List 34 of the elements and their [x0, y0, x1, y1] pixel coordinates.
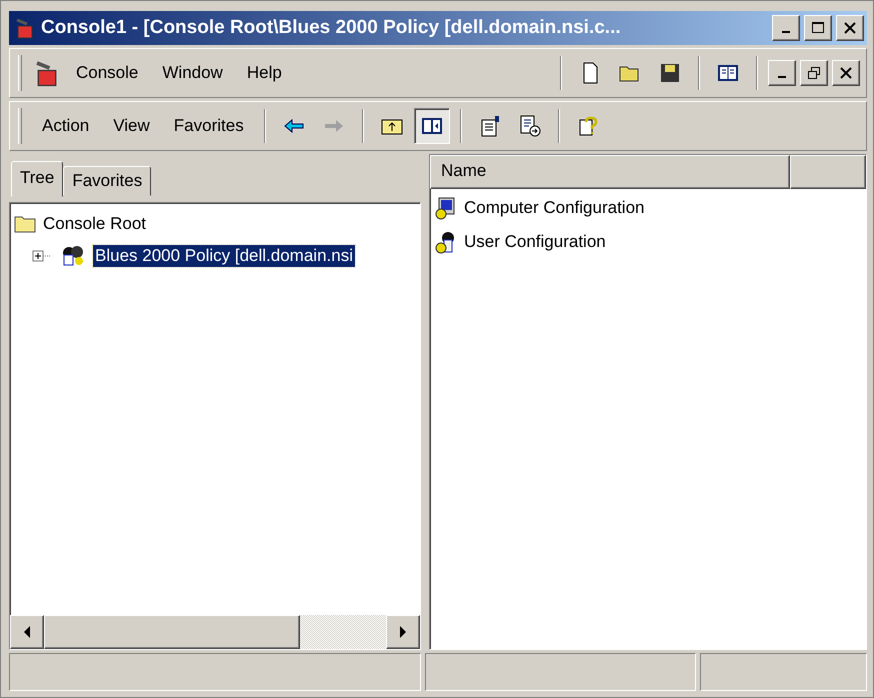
scroll-left-button[interactable] [10, 615, 44, 649]
menu-item[interactable]: Action [32, 112, 100, 140]
close-icon [844, 22, 856, 34]
menu-item[interactable]: Console [66, 59, 148, 87]
scroll-right-button[interactable] [386, 615, 420, 649]
minimize-icon [778, 76, 786, 78]
minimize-button[interactable] [768, 60, 796, 86]
arrow-right-icon [399, 626, 407, 638]
restore-button[interactable] [800, 60, 828, 86]
maximize-button[interactable] [804, 15, 832, 41]
close-button[interactable] [836, 15, 864, 41]
list-item[interactable]: Computer Configuration [462, 197, 646, 219]
tree-item[interactable]: Blues 2000 Policy [dell.domain.nsi [93, 245, 355, 267]
menu-item[interactable]: Favorites [164, 112, 254, 140]
menu-item[interactable]: View [103, 112, 160, 140]
tab[interactable]: Tree [11, 161, 64, 197]
tab[interactable]: Favorites [63, 166, 152, 196]
list-item[interactable]: User Configuration [462, 231, 608, 253]
scrollbar-thumb[interactable] [44, 615, 300, 649]
column-header[interactable]: Name [430, 155, 790, 189]
maximize-icon [811, 21, 825, 35]
window-title: Console1 - [Console Root\Blues 2000 Policy [dell.domain.nsi.c... [41, 17, 622, 39]
export-list-icon [518, 114, 542, 138]
tree-item[interactable]: Console Root [41, 213, 148, 235]
menu-item[interactable]: Help [236, 59, 292, 87]
menu-item[interactable]: Window [152, 59, 233, 87]
close-button[interactable] [832, 60, 860, 86]
horizontal-scrollbar[interactable] [10, 615, 420, 649]
tree-toggle-button[interactable] [414, 108, 450, 144]
restore-icon [807, 66, 821, 80]
minimize-button[interactable] [772, 15, 800, 41]
close-icon [840, 67, 852, 79]
minimize-icon [782, 31, 790, 33]
arrow-left-icon [23, 626, 31, 638]
